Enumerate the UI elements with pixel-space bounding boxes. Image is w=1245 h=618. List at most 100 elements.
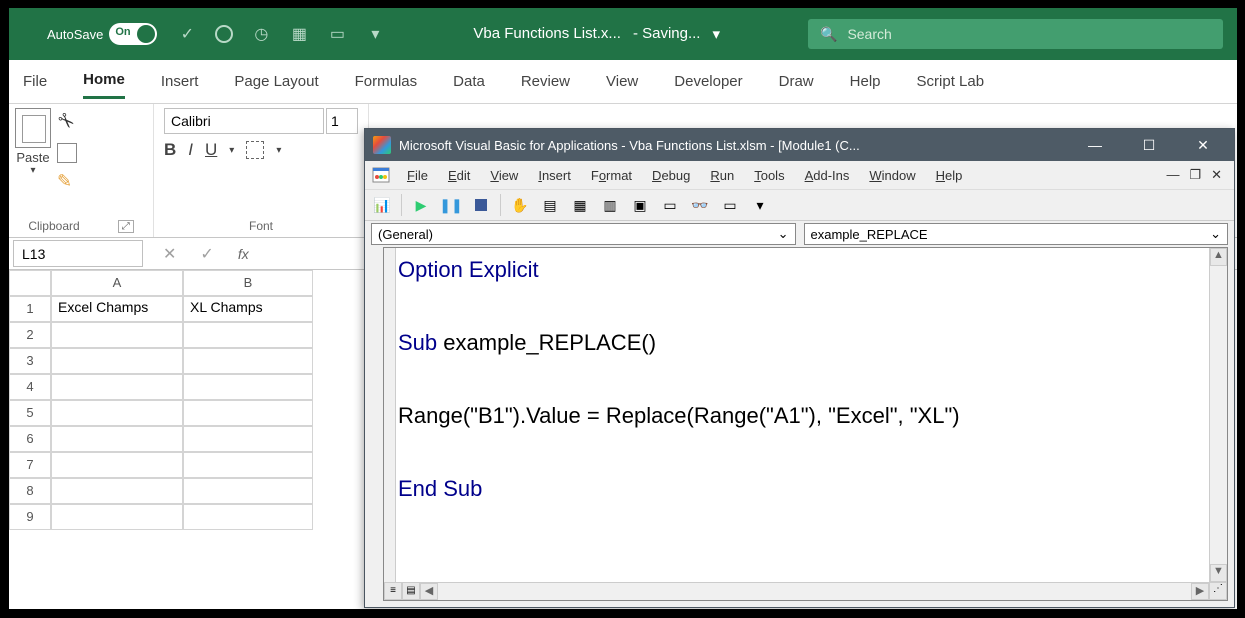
sync-icon[interactable]: ✓ bbox=[177, 24, 197, 44]
row-header[interactable]: 9 bbox=[9, 504, 51, 530]
watch-icon[interactable]: 👓 bbox=[689, 194, 711, 216]
cell[interactable] bbox=[51, 504, 183, 530]
vertical-scrollbar[interactable]: ▲ ▼ bbox=[1209, 248, 1227, 582]
borders-dropdown-icon[interactable]: ▾ bbox=[276, 145, 281, 156]
format-painter-icon[interactable]: ✎ bbox=[57, 171, 77, 192]
search-box[interactable]: 🔍 Search bbox=[808, 19, 1223, 49]
mdi-restore-icon[interactable]: ❐ bbox=[1189, 167, 1201, 183]
code-text[interactable]: Option Explicit Sub example_REPLACE() Ra… bbox=[398, 252, 1209, 508]
cell[interactable] bbox=[51, 348, 183, 374]
borders-icon[interactable] bbox=[246, 141, 264, 159]
row-header[interactable]: 8 bbox=[9, 478, 51, 504]
menu-format[interactable]: Format bbox=[583, 166, 640, 185]
immediate-icon[interactable]: ▭ bbox=[659, 194, 681, 216]
cell[interactable] bbox=[51, 400, 183, 426]
menu-edit[interactable]: Edit bbox=[440, 166, 478, 185]
col-header[interactable]: A bbox=[51, 270, 183, 296]
tab-home[interactable]: Home bbox=[83, 65, 125, 99]
toggle-switch[interactable]: On bbox=[109, 23, 157, 45]
scroll-left-icon[interactable]: ◀ bbox=[420, 583, 438, 600]
tab-data[interactable]: Data bbox=[453, 67, 485, 96]
col-header[interactable]: B bbox=[183, 270, 313, 296]
menu-help[interactable]: Help bbox=[928, 166, 971, 185]
cell[interactable] bbox=[183, 426, 313, 452]
run-icon[interactable]: ▶ bbox=[410, 194, 432, 216]
row-header[interactable]: 7 bbox=[9, 452, 51, 478]
copy-icon[interactable] bbox=[57, 143, 77, 163]
cell[interactable] bbox=[51, 374, 183, 400]
circle-icon[interactable] bbox=[215, 25, 233, 43]
cell[interactable] bbox=[183, 504, 313, 530]
scroll-down-icon[interactable]: ▼ bbox=[1210, 564, 1227, 582]
tab-developer[interactable]: Developer bbox=[674, 67, 742, 96]
tab-view[interactable]: View bbox=[606, 67, 638, 96]
bold-button[interactable]: B bbox=[164, 140, 176, 160]
underline-dropdown-icon[interactable]: ▾ bbox=[229, 145, 234, 156]
tab-file[interactable]: File bbox=[23, 67, 47, 96]
full-module-view-icon[interactable]: ▤ bbox=[402, 582, 420, 600]
menu-debug[interactable]: Debug bbox=[644, 166, 698, 185]
cell[interactable] bbox=[183, 400, 313, 426]
row-header[interactable]: 1 bbox=[9, 296, 51, 322]
break-icon[interactable]: ❚❚ bbox=[440, 194, 462, 216]
menu-file[interactable]: File bbox=[399, 166, 436, 185]
reset-icon[interactable] bbox=[470, 194, 492, 216]
row-header[interactable]: 5 bbox=[9, 400, 51, 426]
history-icon[interactable]: ◷ bbox=[251, 24, 271, 44]
tab-script-lab[interactable]: Script Lab bbox=[917, 67, 985, 96]
vba-titlebar[interactable]: Microsoft Visual Basic for Applications … bbox=[365, 129, 1234, 161]
cell[interactable] bbox=[51, 426, 183, 452]
name-box[interactable] bbox=[13, 240, 143, 267]
resize-grip-icon[interactable]: ⋰ bbox=[1209, 582, 1227, 600]
procedure-view-icon[interactable]: ≡ bbox=[384, 582, 402, 600]
insert-function-icon[interactable]: fx bbox=[238, 246, 249, 262]
preview-icon[interactable]: ▭ bbox=[327, 24, 347, 44]
scroll-right-icon[interactable]: ▶ bbox=[1191, 583, 1209, 600]
mdi-minimize-icon[interactable]: — bbox=[1166, 167, 1179, 183]
menu-view[interactable]: View bbox=[482, 166, 526, 185]
maximize-icon[interactable]: ☐ bbox=[1126, 129, 1172, 161]
cell-a1[interactable]: Excel Champs bbox=[51, 296, 183, 322]
code-pane[interactable]: Option Explicit Sub example_REPLACE() Ra… bbox=[383, 247, 1228, 601]
mdi-close-icon[interactable]: ✕ bbox=[1211, 167, 1222, 183]
paste-dropdown-icon[interactable]: ▾ bbox=[30, 165, 35, 176]
cell[interactable] bbox=[183, 348, 313, 374]
tab-insert[interactable]: Insert bbox=[161, 67, 199, 96]
project-explorer-icon[interactable]: ▤ bbox=[539, 194, 561, 216]
row-header[interactable]: 3 bbox=[9, 348, 51, 374]
close-icon[interactable]: ✕ bbox=[1180, 129, 1226, 161]
cell[interactable] bbox=[183, 478, 313, 504]
cancel-formula-icon[interactable]: ✕ bbox=[163, 244, 176, 264]
tab-review[interactable]: Review bbox=[521, 67, 570, 96]
row-header[interactable]: 2 bbox=[9, 322, 51, 348]
enter-formula-icon[interactable]: ✓ bbox=[200, 244, 213, 264]
title-dropdown-icon[interactable]: ▾ bbox=[712, 25, 720, 43]
horizontal-scrollbar[interactable]: ◀ ▶ bbox=[384, 582, 1209, 600]
row-header[interactable]: 4 bbox=[9, 374, 51, 400]
object-combo[interactable]: (General) ⌄ bbox=[371, 223, 796, 245]
minimize-icon[interactable]: — bbox=[1072, 129, 1118, 161]
cell[interactable] bbox=[51, 322, 183, 348]
view-excel-icon[interactable]: 📊 bbox=[371, 194, 393, 216]
clipboard-launcher-icon[interactable]: ⤢ bbox=[118, 220, 134, 233]
menu-addins[interactable]: Add-Ins bbox=[797, 166, 858, 185]
menu-window[interactable]: Window bbox=[861, 166, 923, 185]
menu-run[interactable]: Run bbox=[702, 166, 742, 185]
cell[interactable] bbox=[183, 374, 313, 400]
toolbar-dropdown-icon[interactable]: ▾ bbox=[749, 194, 771, 216]
cell[interactable] bbox=[183, 452, 313, 478]
menu-insert[interactable]: Insert bbox=[530, 166, 579, 185]
cut-icon[interactable]: ✂ bbox=[51, 107, 83, 139]
select-all-corner[interactable] bbox=[9, 270, 51, 296]
scroll-up-icon[interactable]: ▲ bbox=[1210, 248, 1227, 266]
cell-b1[interactable]: XL Champs bbox=[183, 296, 313, 322]
toolbox-icon[interactable]: ▣ bbox=[629, 194, 651, 216]
cell[interactable] bbox=[51, 452, 183, 478]
object-browser-icon[interactable]: ▥ bbox=[599, 194, 621, 216]
tab-page-layout[interactable]: Page Layout bbox=[234, 67, 318, 96]
design-mode-icon[interactable]: ✋ bbox=[509, 194, 531, 216]
qat-dropdown-icon[interactable]: ▾ bbox=[365, 24, 385, 44]
paste-button[interactable]: Paste ▾ bbox=[15, 108, 51, 192]
tab-formulas[interactable]: Formulas bbox=[355, 67, 418, 96]
menu-tools[interactable]: Tools bbox=[746, 166, 792, 185]
